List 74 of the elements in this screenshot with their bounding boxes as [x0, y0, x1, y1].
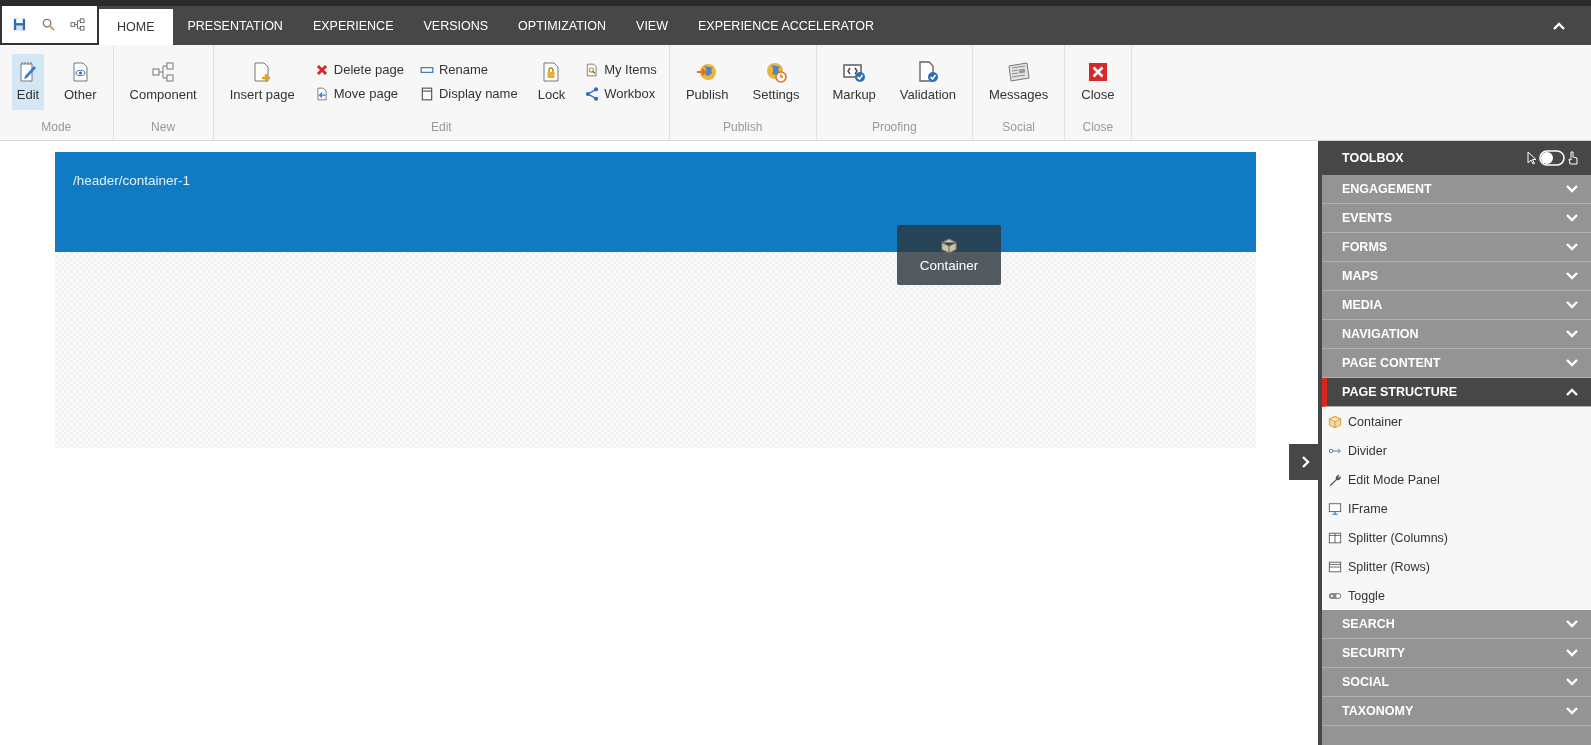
toolbox-item[interactable]: IFrame: [1322, 494, 1591, 523]
toolbox-section-header[interactable]: PAGE STRUCTURE: [1322, 378, 1591, 407]
ribbon-tab[interactable]: OPTIMIZATION: [503, 6, 622, 45]
chevron-down-icon: [1566, 185, 1578, 193]
ribbon-button[interactable]: Display name: [419, 86, 518, 101]
ribbon-button[interactable]: Move page: [314, 86, 404, 101]
chevron-down-icon: [1566, 243, 1578, 251]
page-search-icon: [585, 62, 600, 77]
newspaper-icon: [1006, 60, 1031, 84]
toolbox-item[interactable]: Edit Mode Panel: [1322, 465, 1591, 494]
ribbon-button[interactable]: Messages: [985, 54, 1053, 110]
toolbox-item[interactable]: Divider: [1322, 436, 1591, 465]
ribbon-tab[interactable]: VIEW: [621, 6, 683, 45]
ribbon-button[interactable]: Settings: [748, 54, 804, 110]
ribbon-group-label: Publish: [722, 120, 764, 136]
ribbon-group-label: Edit: [429, 120, 453, 136]
ribbon-button[interactable]: Markup: [828, 54, 880, 110]
tree-icon[interactable]: [70, 17, 85, 32]
ribbon-tab[interactable]: PRESENTATION: [172, 6, 298, 45]
chevron-down-icon: [1566, 214, 1578, 222]
page-arrow-icon: [314, 86, 329, 101]
chevron-down-icon: [1566, 301, 1578, 309]
chevron-down-icon: [1566, 330, 1578, 338]
globe-clock-icon: [764, 60, 788, 84]
rows-icon: [1328, 559, 1342, 574]
chevron-down-icon: [1566, 620, 1578, 628]
toolbox-item[interactable]: Splitter (Rows): [1322, 552, 1591, 581]
cross-icon: [314, 62, 329, 77]
ribbon-group-label: New: [150, 120, 177, 136]
container-path: /header/container-1: [73, 173, 191, 188]
box-icon: [940, 237, 958, 255]
ribbon-group-label: Proofing: [870, 120, 918, 136]
window-icon: [419, 86, 434, 101]
ribbon-tab[interactable]: EXPERIENCE: [297, 6, 409, 45]
ribbon-button[interactable]: Workbox: [585, 86, 657, 101]
ribbon-group-label: Social: [1001, 120, 1036, 136]
ribbon-group-label: Mode: [40, 120, 73, 136]
toolbox-title: TOOLBOX: [1342, 151, 1404, 165]
columns-icon: [1328, 530, 1342, 545]
chevron-down-icon: [1566, 649, 1578, 657]
ribbon-button[interactable]: Lock: [533, 54, 570, 110]
ribbon-button[interactable]: Other: [60, 54, 101, 110]
ribbon-button[interactable]: Publish: [681, 54, 733, 110]
toolbox-item[interactable]: Splitter (Columns): [1322, 523, 1591, 552]
ribbon-button[interactable]: Validation: [895, 54, 960, 110]
chevron-down-icon: [1566, 272, 1578, 280]
chevron-up-icon[interactable]: [1553, 21, 1565, 30]
chevron-up-icon: [1566, 388, 1578, 396]
ribbon-button[interactable]: Rename: [419, 62, 518, 77]
box-icon: [1328, 414, 1342, 429]
ribbon-button[interactable]: My Items: [585, 62, 657, 77]
toolbox-item[interactable]: Toggle: [1322, 581, 1591, 610]
ribbon-button[interactable]: Delete page: [314, 62, 404, 77]
chevron-right-icon: [1300, 455, 1311, 469]
mode-switch-icon[interactable]: [1525, 148, 1581, 168]
ribbon-button[interactable]: Edit: [12, 54, 44, 110]
drag-chip-label: Container: [919, 258, 979, 273]
share-icon: [585, 86, 600, 101]
monitor-icon: [1328, 501, 1342, 516]
toolbox-item[interactable]: Container: [1322, 407, 1591, 436]
chevron-down-icon: [1566, 359, 1578, 367]
ribbon-group-label: Close: [1081, 120, 1115, 136]
wrench-icon: [1328, 472, 1342, 487]
ribbon-button[interactable]: Close: [1077, 54, 1119, 110]
component-tree-icon: [151, 60, 176, 84]
save-icon[interactable]: [12, 17, 27, 32]
ribbon-tab[interactable]: HOME: [99, 9, 173, 45]
search-icon[interactable]: [41, 17, 56, 32]
chevron-down-icon: [1566, 678, 1578, 686]
ribbon-tab[interactable]: VERSIONS: [408, 6, 504, 45]
ribbon-button[interactable]: Insert page: [225, 54, 299, 110]
ribbon-button[interactable]: Component: [125, 54, 201, 110]
ribbon-tab[interactable]: EXPERIENCE ACCELERATOR: [683, 6, 889, 45]
chevron-down-icon: [1566, 707, 1578, 715]
